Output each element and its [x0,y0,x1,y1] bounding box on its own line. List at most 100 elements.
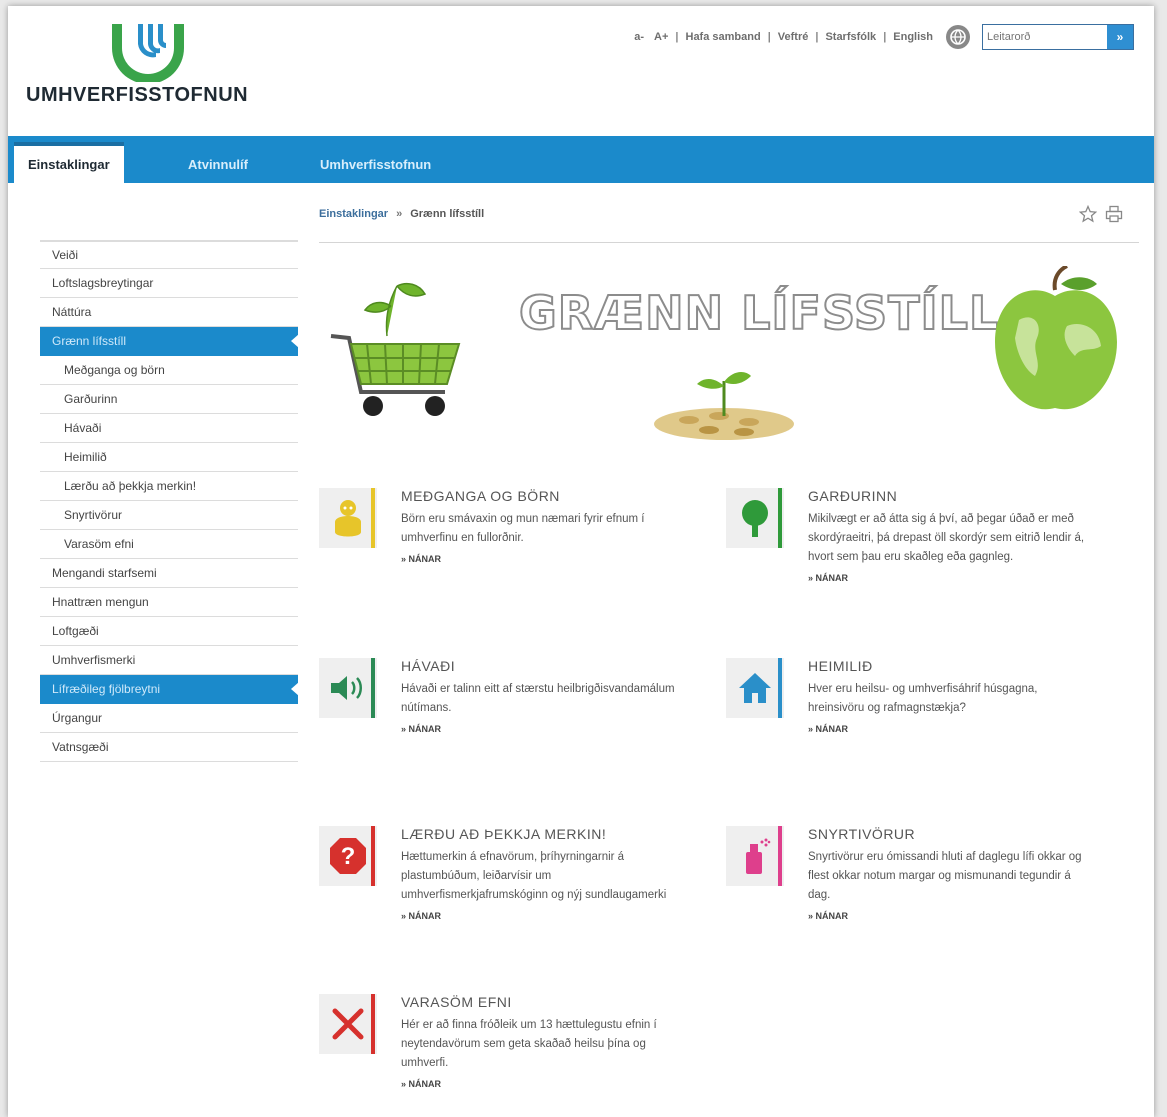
sidebar-item-hnattraen-mengun[interactable]: Hnattræn mengun [40,588,298,617]
banner-title: GRÆNN LÍFSSTÍLL [518,285,1000,341]
search-button[interactable]: » [1107,25,1133,49]
tab-atvinnulif[interactable]: Atvinnulíf [188,146,248,183]
sidebar-subitem-gardurinn[interactable]: Garðurinn [40,385,298,414]
search-box: » [982,24,1134,50]
page-tools [1078,204,1124,224]
breadcrumb: Einstaklingar » Grænn lífsstíll [319,208,484,220]
card-text: Hver eru heilsu- og umhverfisáhrif húsga… [808,683,1038,714]
card-heimilid: HEIMILIÐ Hver eru heilsu- og umhverfisáh… [726,658,1086,758]
sidebar-item-veidi[interactable]: Veiði [40,240,298,269]
house-icon [726,658,784,718]
card-body: LÆRÐU AÐ ÞEKKJA MERKIN! Hættumerkin á ef… [401,826,681,921]
card-accent-bar [778,488,782,548]
sidebar-item-vatnsgaedi[interactable]: Vatnsgæði [40,733,298,762]
card-accent-bar [371,488,375,548]
umhverfisstofnun-logo-icon [112,24,184,82]
sidebar-item-mengandi-starfsemi[interactable]: Mengandi starfsemi [40,559,298,588]
tab-umhverfisstofnun[interactable]: Umhverfisstofnun [320,146,431,183]
shopping-cart-plant-icon [330,282,461,416]
tree-icon [726,488,784,548]
card-title[interactable]: HEIMILIÐ [808,658,1088,674]
card-body: VARASÖM EFNI Hér er að finna fróðleik um… [401,994,681,1089]
card-title[interactable]: VARASÖM EFNI [401,994,681,1010]
card-body: MEÐGANGA OG BÖRN Börn eru smávaxin og mu… [401,488,681,564]
card-text: Hættumerkin á efnavörum, þríhyrningarnir… [401,851,667,901]
card-title[interactable]: HÁVAÐI [401,658,681,674]
card-title[interactable]: SNYRTIVÖRUR [808,826,1088,842]
sidebar-item-lifraedileg-fjolbreytni[interactable]: Lífræðileg fjölbreytni [40,675,299,704]
sidebar-subitem-havadi[interactable]: Hávaði [40,414,298,443]
page: UMHVERFISSTOFNUN a- A+ | Hafa samband | … [8,6,1154,1117]
sidebar-subitem-varasom-efni[interactable]: Varasöm efni [40,530,298,559]
card-gardurinn: GARÐURINN Mikilvægt er að átta sig á því… [726,488,1086,628]
card-accent-bar [371,826,375,886]
card-title[interactable]: LÆRÐU AÐ ÞEKKJA MERKIN! [401,826,681,842]
read-more-link[interactable]: » NÁNAR [401,724,681,734]
read-more-link[interactable]: » NÁNAR [808,724,1088,734]
sidebar-item-umhverfismerki[interactable]: Umhverfismerki [40,646,298,675]
font-smaller-button[interactable]: a- [629,31,649,43]
read-more-link[interactable]: » NÁNAR [401,911,681,921]
card-text: Snyrtivörur eru ómissandi hluti af dagle… [808,851,1082,901]
sidebar-item-loftgaedi[interactable]: Loftgæði [40,617,298,646]
sidebar-subitem-heimilid[interactable]: Heimilið [40,443,298,472]
card-accent-bar [778,658,782,718]
card-body: HEIMILIÐ Hver eru heilsu- og umhverfisáh… [808,658,1088,734]
card-havadi: HÁVAÐI Hávaði er talinn eitt af stærstu … [319,658,679,758]
green-apple-globe-icon [995,266,1117,410]
utility-bar: a- A+ | Hafa samband | Veftré | Starfsfó… [629,24,1134,50]
sidebar-subitem-snyrtivorur[interactable]: Snyrtivörur [40,501,298,530]
print-icon[interactable] [1104,204,1124,224]
speaker-icon [319,658,377,718]
staff-link[interactable]: Starfsfólk [820,31,881,43]
contact-link[interactable]: Hafa samband [681,31,766,43]
logo[interactable]: UMHVERFISSTOFNUN [26,22,266,122]
card-body: SNYRTIVÖRUR Snyrtivörur eru ómissandi hl… [808,826,1088,921]
read-more-link[interactable]: » NÁNAR [808,573,1088,583]
divider [319,242,1139,243]
separator: | [675,31,679,43]
sidebar-subitem-medganga[interactable]: Meðganga og börn [40,356,298,385]
brand-name: UMHVERFISSTOFNUN [26,84,249,106]
sidebar-item-graenn-lifsstill[interactable]: Grænn lífsstíll [40,327,299,356]
hero-banner: GRÆNN LÍFSSTÍLL [319,256,1139,456]
card-accent-bar [371,658,375,718]
globe-icon[interactable] [946,25,970,49]
svg-text:?: ? [341,843,356,870]
separator: | [815,31,819,43]
perfume-icon [726,826,784,886]
sidebar-item-loftslagsbreytingar[interactable]: Loftslagsbreytingar [40,269,298,298]
card-title[interactable]: MEÐGANGA OG BÖRN [401,488,681,504]
baby-icon [319,488,377,548]
card-body: GARÐURINN Mikilvægt er að átta sig á því… [808,488,1088,583]
sidebar-item-nattura[interactable]: Náttúra [40,298,298,327]
card-text: Hér er að finna fróðleik um 13 hættulegu… [401,1019,657,1069]
question-sign-icon: ? [319,826,377,886]
card-text: Mikilvægt er að átta sig á því, að þegar… [808,513,1085,563]
sidebar-item-urgangur[interactable]: Úrgangur [40,704,298,733]
english-link[interactable]: English [888,31,938,43]
card-text: Hávaði er talinn eitt af stærstu heilbri… [401,683,675,714]
card-merkin: ? LÆRÐU AÐ ÞEKKJA MERKIN! Hættumerkin á … [319,826,679,966]
star-icon[interactable] [1078,204,1098,224]
tab-einstaklingar[interactable]: Einstaklingar [14,142,124,183]
sidebar-subitem-merkin[interactable]: Lærðu að þekkja merkin! [40,472,298,501]
breadcrumb-arrow: » [396,208,403,220]
search-input[interactable] [983,27,1107,47]
breadcrumb-current: Grænn lífsstíll [410,208,485,220]
sitemap-link[interactable]: Veftré [773,31,814,43]
card-snyrtivorur: SNYRTIVÖRUR Snyrtivörur eru ómissandi hl… [726,826,1086,936]
card-varasom-efni: VARASÖM EFNI Hér er að finna fróðleik um… [319,994,679,1104]
read-more-link[interactable]: » NÁNAR [401,1079,681,1089]
card-title[interactable]: GARÐURINN [808,488,1088,504]
read-more-link[interactable]: » NÁNAR [401,554,681,564]
separator: | [883,31,887,43]
read-more-link[interactable]: » NÁNAR [808,911,1088,921]
card-text: Börn eru smávaxin og mun næmari fyrir ef… [401,513,645,544]
separator: | [767,31,771,43]
font-larger-button[interactable]: A+ [649,31,673,43]
card-accent-bar [371,994,375,1054]
sprout-coins-icon [654,372,794,440]
side-menu: Veiði Loftslagsbreytingar Náttúra Grænn … [40,240,299,762]
breadcrumb-home[interactable]: Einstaklingar [319,208,388,220]
